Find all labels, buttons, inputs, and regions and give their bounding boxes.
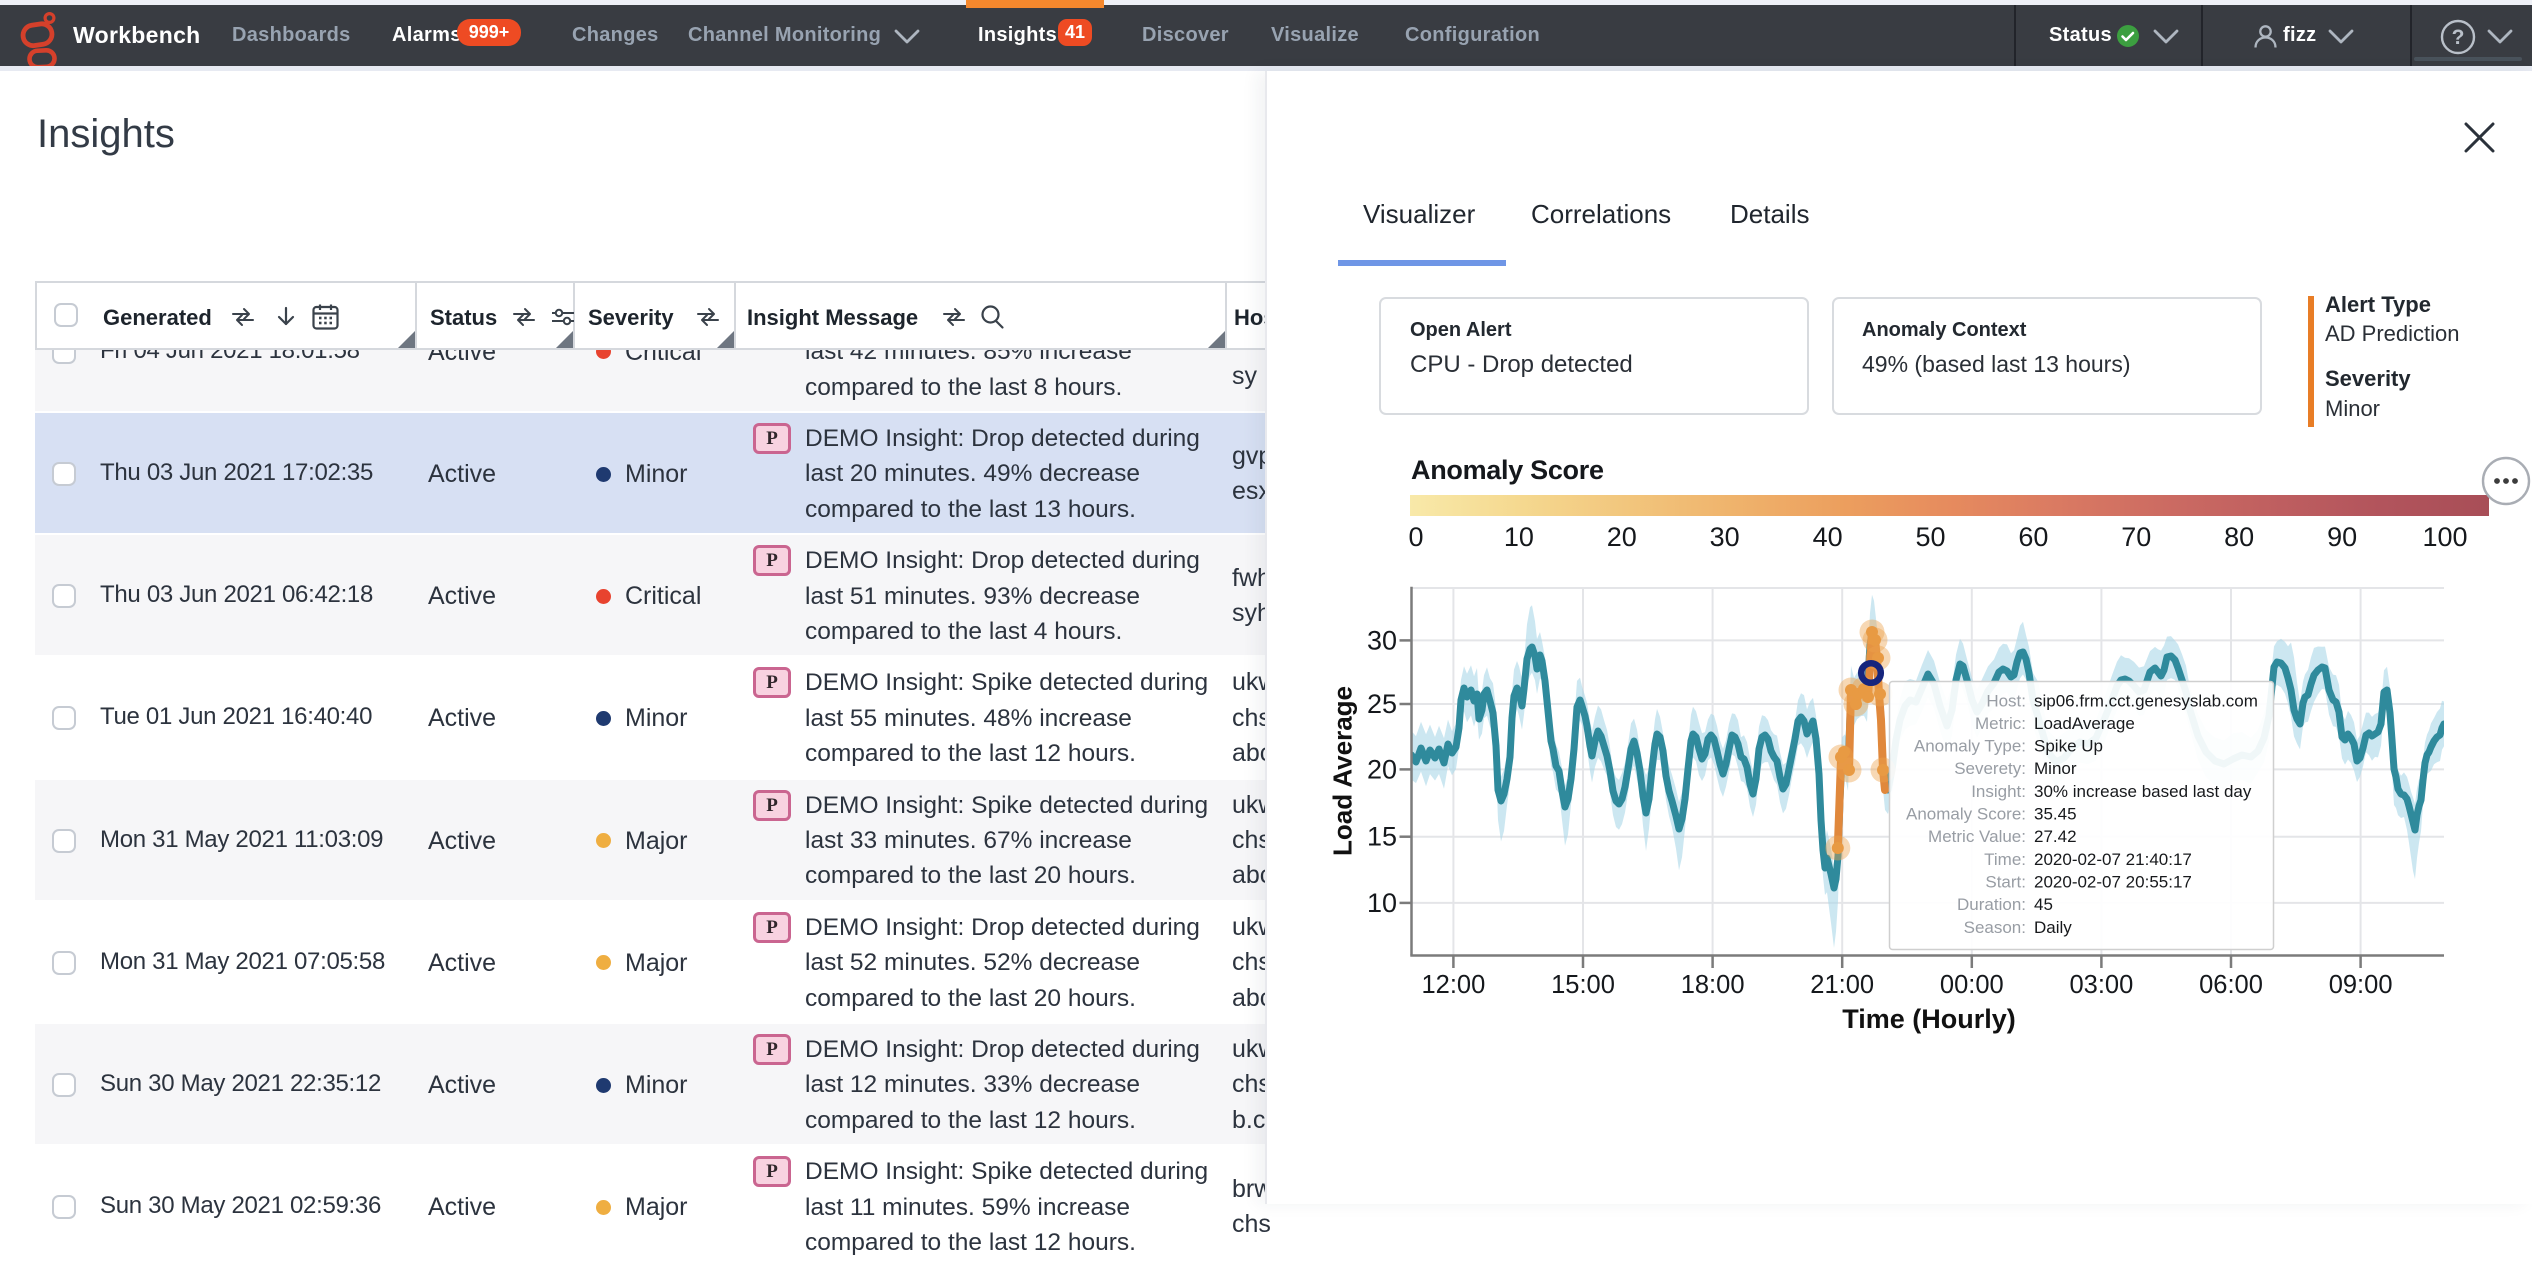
svg-text:Metric:: Metric: bbox=[1975, 714, 2026, 733]
svg-text:Severety:: Severety: bbox=[1954, 759, 2026, 778]
svg-text:06:00: 06:00 bbox=[2199, 971, 2263, 999]
svg-text:?: ? bbox=[2452, 26, 2465, 49]
svg-text:Start:: Start: bbox=[1985, 873, 2026, 892]
svg-text:Anomaly Type:: Anomaly Type: bbox=[1914, 737, 2026, 756]
svg-text:Anomaly Score:: Anomaly Score: bbox=[1906, 805, 2026, 824]
svg-text:Time (Hourly): Time (Hourly) bbox=[1842, 1004, 2016, 1034]
svg-text:Load Average: Load Average bbox=[1330, 686, 1358, 856]
svg-text:09:00: 09:00 bbox=[2329, 971, 2393, 999]
svg-text:27.42: 27.42 bbox=[2034, 827, 2077, 846]
svg-text:Time:: Time: bbox=[1984, 850, 2026, 869]
svg-text:15: 15 bbox=[1367, 822, 1397, 852]
svg-text:18:00: 18:00 bbox=[1681, 971, 1745, 999]
svg-text:20: 20 bbox=[1367, 754, 1397, 784]
svg-text:45: 45 bbox=[2034, 895, 2053, 914]
svg-text:25: 25 bbox=[1367, 689, 1397, 719]
svg-text:12:00: 12:00 bbox=[1421, 971, 1485, 999]
svg-text:sip06.frm.cct.genesyslab.com: sip06.frm.cct.genesyslab.com bbox=[2034, 691, 2258, 710]
svg-text:Duration:: Duration: bbox=[1957, 895, 2026, 914]
svg-text:15:00: 15:00 bbox=[1551, 971, 1615, 999]
svg-text:Spike Up: Spike Up bbox=[2034, 737, 2103, 756]
svg-text:Metric Value:: Metric Value: bbox=[1928, 827, 2026, 846]
svg-text:2020-02-07 21:40:17: 2020-02-07 21:40:17 bbox=[2034, 850, 2192, 869]
svg-text:2020-02-07 20:55:17: 2020-02-07 20:55:17 bbox=[2034, 873, 2192, 892]
svg-text:35.45: 35.45 bbox=[2034, 805, 2077, 824]
svg-text:Minor: Minor bbox=[2034, 759, 2077, 778]
svg-text:21:00: 21:00 bbox=[1810, 971, 1874, 999]
svg-text:30: 30 bbox=[1367, 625, 1397, 655]
svg-text:Season:: Season: bbox=[1964, 918, 2026, 937]
svg-text:Insight:: Insight: bbox=[1971, 782, 2026, 801]
svg-text:Host:: Host: bbox=[1986, 691, 2026, 710]
svg-text:LoadAverage: LoadAverage bbox=[2034, 714, 2135, 733]
svg-text:10: 10 bbox=[1367, 888, 1397, 918]
svg-text:30% increase based last day: 30% increase based last day bbox=[2034, 782, 2252, 801]
svg-text:03:00: 03:00 bbox=[2069, 971, 2133, 999]
svg-text:00:00: 00:00 bbox=[1940, 971, 2004, 999]
svg-text:Daily: Daily bbox=[2034, 918, 2072, 937]
